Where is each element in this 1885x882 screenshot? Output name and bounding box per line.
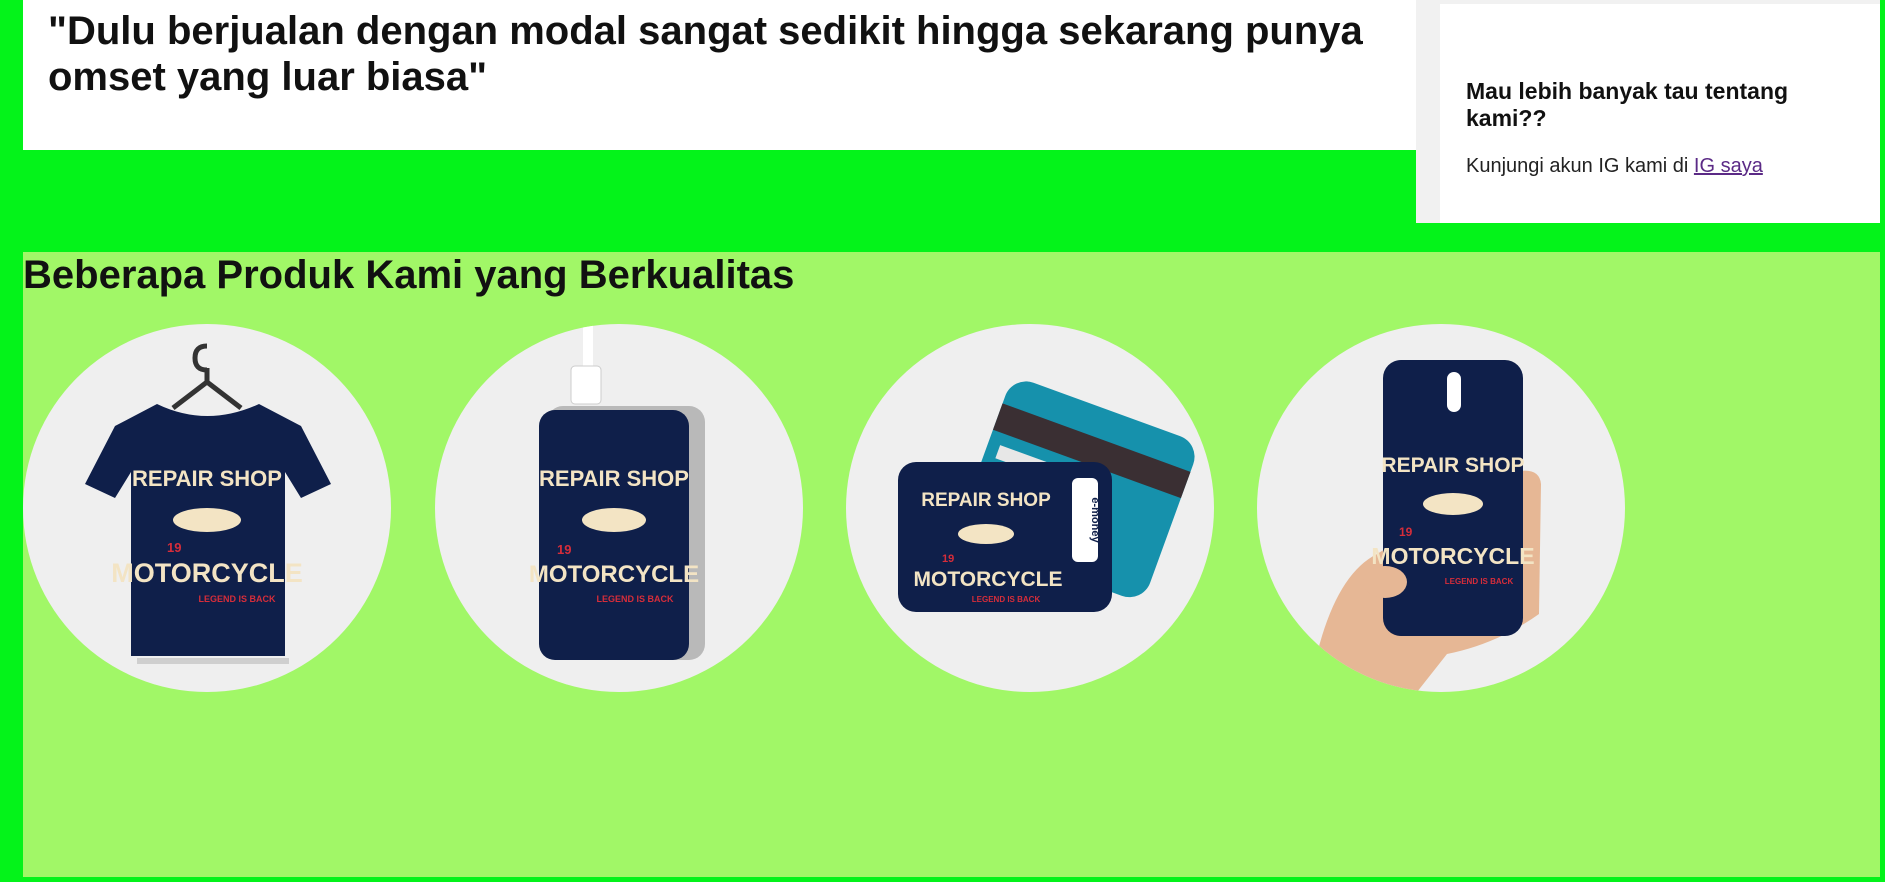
sidebar: Mau lebih banyak tau tentang kami?? Kunj… [1416,0,1880,223]
emoney-design-line2: MOTORCYCLE [914,568,1063,591]
powerbank-icon: REPAIR SHOP 19 MOTORCYCLE LEGEND IS BACK [529,324,705,660]
product-phone-case[interactable]: REPAIR SHOP 19 MOTORCYCLE LEGEND IS BACK [1257,324,1625,692]
products-section: Beberapa Produk Kami yang Berkualitas RE… [23,252,1880,877]
phone-design-line1: REPAIR SHOP [1381,454,1524,477]
testimonial-box: "Dulu berjualan dengan modal sangat sedi… [23,0,1416,150]
products-heading: Beberapa Produk Kami yang Berkualitas [23,253,795,297]
emoney-design-sub: LEGEND IS BACK [972,595,1041,604]
sidebar-heading: Mau lebih banyak tau tentang kami?? [1466,78,1789,131]
tshirt-design-line2: MOTORCYCLE [111,558,303,588]
emoney-design-badge: 19 [942,553,954,565]
product-emoney-card[interactable]: e-money REPAIR SHOP 19 MOTORCYCLE LEGEND… [846,324,1214,692]
emoney-card-icon: e-money REPAIR SHOP 19 MOTORCYCLE LEGEND… [898,381,1195,612]
sidebar-top-strip [1440,4,1880,30]
phone-design-sub: LEGEND IS BACK [1445,577,1514,586]
phone-case-icon: REPAIR SHOP 19 MOTORCYCLE LEGEND IS BACK [1317,360,1541,692]
phone-design-line2: MOTORCYCLE [1371,543,1534,569]
tshirt-design-badge: 19 [167,540,181,555]
instagram-link[interactable]: IG saya [1694,155,1763,177]
tshirt-icon: REPAIR SHOP 19 MOTORCYCLE LEGEND IS BACK [85,343,331,664]
powerbank-design-badge: 19 [557,542,571,557]
product-tshirt[interactable]: REPAIR SHOP 19 MOTORCYCLE LEGEND IS BACK [23,324,391,692]
powerbank-design-line2: MOTORCYCLE [529,561,699,588]
tshirt-design-sub: LEGEND IS BACK [198,594,276,604]
powerbank-design-sub: LEGEND IS BACK [596,594,674,604]
emoney-design-line1: REPAIR SHOP [921,490,1051,511]
powerbank-design-line1: REPAIR SHOP [539,466,689,491]
phone-design-badge: 19 [1399,525,1413,539]
testimonial-quote: "Dulu berjualan dengan modal sangat sedi… [48,9,1363,99]
product-powerbank[interactable]: REPAIR SHOP 19 MOTORCYCLE LEGEND IS BACK [435,324,803,692]
emoney-label: e-money [1089,497,1101,543]
sidebar-text-prefix: Kunjungi akun IG kami di [1466,155,1694,177]
sidebar-text: Kunjungi akun IG kami di IG saya [1466,155,1763,178]
sidebar-card: Mau lebih banyak tau tentang kami?? Kunj… [1440,30,1880,223]
tshirt-design-line1: REPAIR SHOP [132,466,282,491]
